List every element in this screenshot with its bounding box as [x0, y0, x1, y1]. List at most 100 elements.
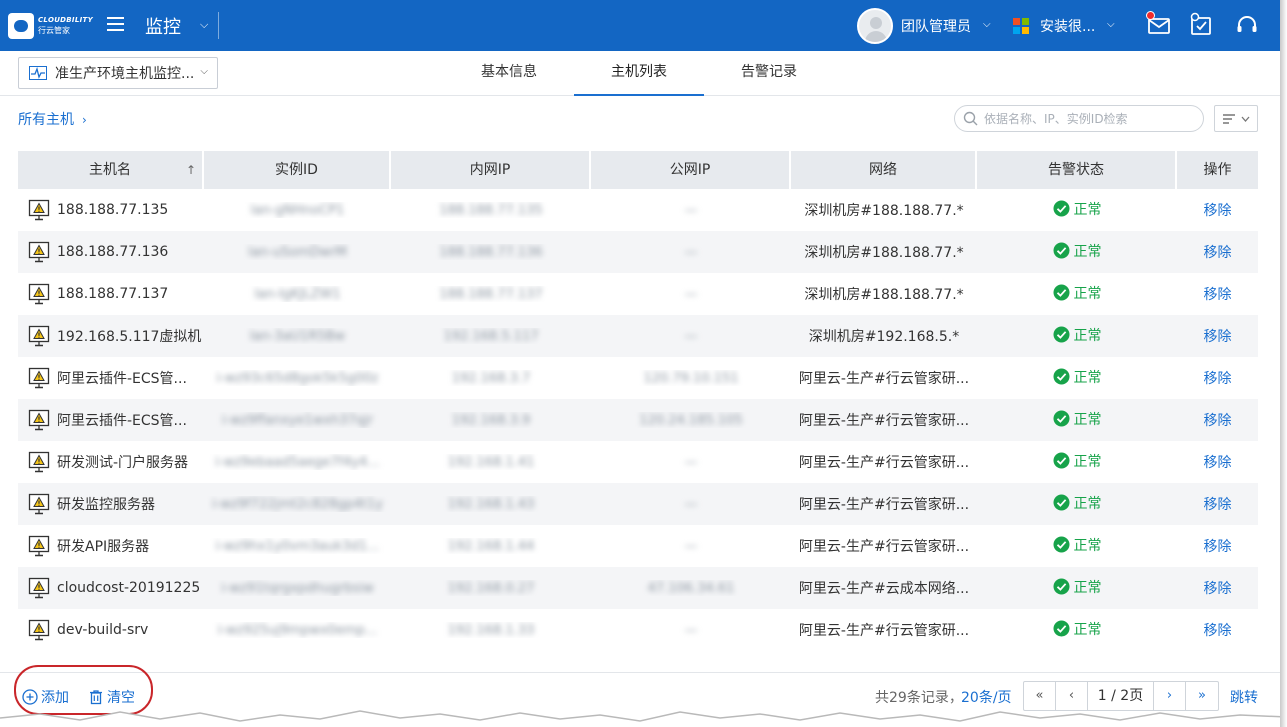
hostname-text[interactable]: dev-build-srv — [57, 622, 148, 638]
remove-link[interactable]: 移除 — [1204, 497, 1232, 513]
tab-host-list[interactable]: 主机列表 — [574, 51, 704, 96]
cell-hostname: 188.188.77.137 — [18, 283, 204, 305]
cell-network: 阿里云-生产#行云管家研... — [791, 368, 977, 388]
mail-icon[interactable] — [1146, 11, 1172, 38]
search-input[interactable] — [984, 111, 1189, 126]
breadcrumb[interactable]: 所有主机 › — [18, 109, 87, 129]
hostname-text[interactable]: 192.168.5.117虚拟机 — [57, 326, 201, 346]
sub-header: 准生产环境主机监控... ⌵ 基本信息 主机列表 告警记录 — [0, 51, 1280, 96]
column-header-hostname[interactable]: 主机名 ↑ — [18, 151, 204, 189]
cell-alert-status: 正常 — [977, 577, 1177, 600]
tab-alert-records[interactable]: 告警记录 — [704, 51, 834, 96]
hostname-text[interactable]: 研发测试-门户服务器 — [57, 452, 188, 472]
remove-link[interactable]: 移除 — [1204, 245, 1232, 261]
cell-public-ip: — — [591, 328, 791, 344]
cell-instance-id: i-wz9f722jmt2c828gp4t1y — [204, 496, 391, 512]
table-row: 阿里云插件-ECS管... i-wz9ffanxye1wxh37qjr 192.… — [18, 399, 1258, 441]
monitor-warning-icon — [28, 493, 50, 515]
cell-public-ip: — — [591, 202, 791, 218]
table-body: 188.188.77.135 lan-gNHnoCP1 188.188.77.1… — [18, 189, 1258, 651]
remove-link[interactable]: 移除 — [1204, 371, 1232, 387]
sort-lines-icon — [1223, 113, 1250, 124]
status-badge: 正常 — [1053, 619, 1102, 639]
monitor-warning-icon — [28, 199, 50, 221]
check-circle-icon — [1053, 494, 1069, 511]
tab-basic-info[interactable]: 基本信息 — [444, 51, 574, 96]
avatar[interactable] — [857, 8, 893, 44]
instance-id-text: lan-gNHnoCP1 — [250, 203, 345, 218]
hostname-text[interactable]: 188.188.77.136 — [57, 244, 168, 260]
cell-instance-id: i-wz91tqrgxpdhugrbsiw — [204, 580, 391, 596]
check-circle-icon — [1053, 326, 1069, 343]
hostname-text[interactable]: 188.188.77.135 — [57, 202, 168, 218]
module-title[interactable]: 监控 — [145, 13, 181, 39]
public-ip-text: — — [684, 287, 698, 302]
status-badge: 正常 — [1053, 535, 1102, 555]
team-role-menu[interactable]: 团队管理员 — [901, 16, 971, 36]
sort-menu-button[interactable] — [1214, 105, 1258, 132]
private-ip-text: 188.188.77.136 — [439, 245, 543, 260]
chevron-down-icon[interactable]: ⌵ — [200, 18, 208, 32]
hostname-text[interactable]: 研发监控服务器 — [57, 494, 155, 514]
public-ip-text: — — [684, 329, 698, 344]
sort-asc-icon[interactable]: ↑ — [186, 151, 196, 189]
cell-actions: 移除 — [1177, 494, 1258, 514]
network-text: 阿里云-生产#行云管家研... — [798, 497, 970, 513]
cell-network: 阿里云-生产#云成本网络... — [791, 578, 977, 598]
remove-link[interactable]: 移除 — [1204, 203, 1232, 219]
private-ip-text: 188.188.77.137 — [439, 287, 543, 302]
public-ip-text: — — [684, 245, 698, 260]
cell-network: 深圳机房#188.188.77.* — [791, 200, 977, 220]
monitor-warning-icon — [28, 619, 50, 641]
monitor-warning-icon — [28, 409, 50, 431]
remove-link[interactable]: 移除 — [1204, 329, 1232, 345]
cloudbility-logo[interactable]: CLOUDBILITY 行云管家 — [8, 11, 100, 41]
table-row: 阿里云插件-ECS管... i-wz93c65d8gok5k5g00z 192.… — [18, 357, 1258, 399]
table-row: 188.188.77.136 lan-uSomDwrM 188.188.77.1… — [18, 231, 1258, 273]
table-row: 研发测试-门户服务器 i-wz9ebaad5aege7f4y4... 192.1… — [18, 441, 1258, 483]
remove-link[interactable]: 移除 — [1204, 287, 1232, 303]
monitor-warning-icon — [28, 577, 50, 599]
remove-link[interactable]: 移除 — [1204, 581, 1232, 597]
instance-id-text: i-wz925uj9mpwx0emp... — [217, 623, 378, 638]
monitor-select[interactable]: 准生产环境主机监控... ⌵ — [18, 57, 218, 89]
hostname-text[interactable]: 研发API服务器 — [57, 536, 149, 556]
private-ip-text: 188.188.77.135 — [439, 203, 543, 218]
torn-edge — [0, 710, 1287, 727]
chevron-down-icon[interactable]: ⌵ — [1107, 19, 1115, 30]
install-menu[interactable]: 安装很... — [1040, 16, 1095, 36]
search-box[interactable] — [954, 105, 1204, 132]
cell-public-ip: 47.106.34.61 — [591, 580, 791, 596]
instance-id-text: i-wz9hx1y0vm3auk3d1... — [215, 539, 380, 554]
hamburger-icon[interactable] — [107, 17, 124, 31]
cell-network: 阿里云-生产#行云管家研... — [791, 452, 977, 472]
task-check-icon[interactable] — [1188, 12, 1214, 38]
remove-link[interactable]: 移除 — [1204, 455, 1232, 471]
check-circle-icon — [1053, 578, 1069, 595]
private-ip-text: 192.168.3.9 — [451, 413, 531, 428]
cell-private-ip: 192.168.1.33 — [391, 622, 591, 638]
cell-public-ip: 120.79.10.151 — [591, 370, 791, 386]
cell-alert-status: 正常 — [977, 409, 1177, 432]
chevron-down-icon[interactable]: ⌵ — [983, 19, 991, 30]
cell-public-ip: 120.24.185.105 — [591, 412, 791, 428]
column-header-public-ip: 公网IP — [591, 151, 791, 189]
headset-icon[interactable] — [1234, 12, 1260, 38]
hostname-text[interactable]: cloudcost-20191225 — [57, 580, 200, 596]
cell-alert-status: 正常 — [977, 619, 1177, 642]
cell-actions: 移除 — [1177, 536, 1258, 556]
hostname-text[interactable]: 阿里云插件-ECS管... — [57, 368, 187, 388]
cell-hostname: 188.188.77.135 — [18, 199, 204, 221]
cell-public-ip: — — [591, 286, 791, 302]
cell-network: 阿里云-生产#行云管家研... — [791, 536, 977, 556]
cell-instance-id: i-wz925uj9mpwx0emp... — [204, 622, 391, 638]
remove-link[interactable]: 移除 — [1204, 539, 1232, 555]
remove-link[interactable]: 移除 — [1204, 623, 1232, 639]
table-header: 主机名 ↑ 实例ID 内网IP 公网IP 网络 告警状态 操作 — [18, 151, 1258, 189]
status-text: 正常 — [1073, 285, 1102, 302]
hostname-text[interactable]: 阿里云插件-ECS管... — [57, 410, 187, 430]
breadcrumb-root[interactable]: 所有主机 — [18, 112, 74, 128]
chevron-right-icon: › — [82, 113, 87, 127]
hostname-text[interactable]: 188.188.77.137 — [57, 286, 168, 302]
remove-link[interactable]: 移除 — [1204, 413, 1232, 429]
